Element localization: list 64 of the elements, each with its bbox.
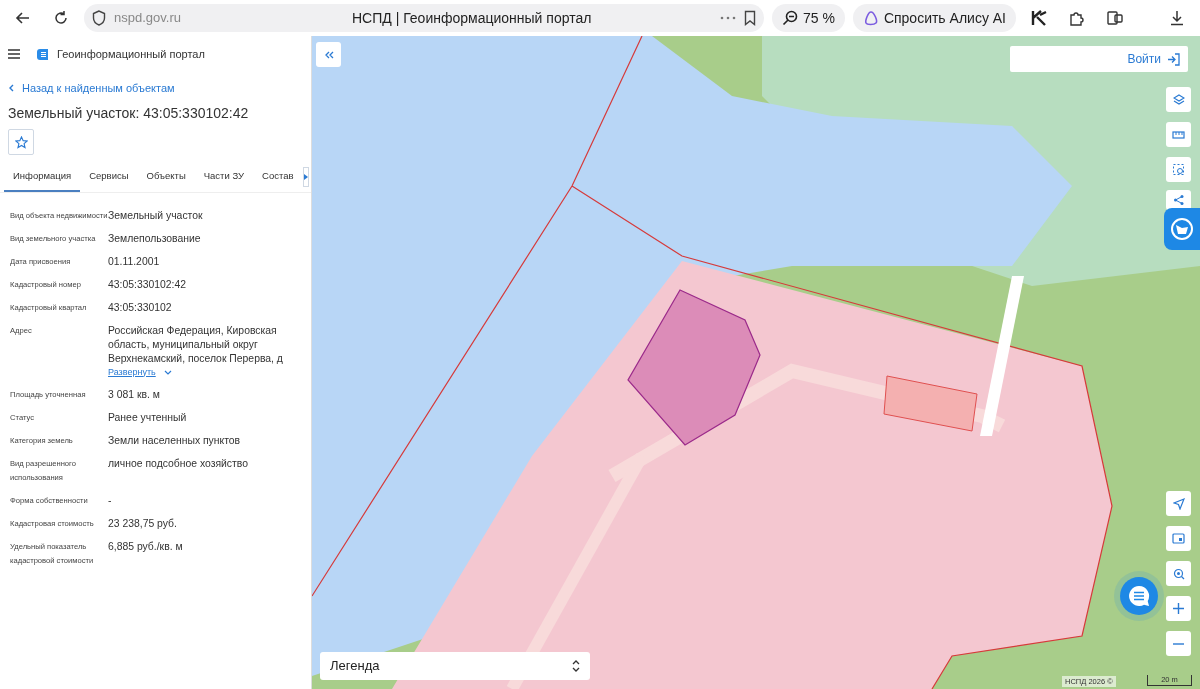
chat-icon bbox=[1128, 585, 1150, 607]
tab[interactable]: Состав bbox=[253, 163, 303, 192]
share-icon bbox=[1172, 194, 1185, 206]
logo-icon bbox=[36, 47, 49, 61]
zoom-in-button[interactable] bbox=[1166, 596, 1191, 621]
object-heading: Земельный участок: 43:05:330102:42 bbox=[8, 104, 250, 122]
property-value: Землепользование bbox=[108, 231, 201, 246]
zoom-button[interactable]: 75 % bbox=[771, 4, 845, 32]
select-area-button[interactable] bbox=[1166, 157, 1191, 182]
assistant-button[interactable]: Спросить Алису AI bbox=[852, 4, 1016, 32]
expand-link[interactable]: Развернуть bbox=[108, 365, 156, 380]
window-icon bbox=[1172, 533, 1185, 544]
zoom-out-icon bbox=[781, 10, 798, 26]
ruler-icon bbox=[1172, 130, 1185, 139]
property-value: 6,885 руб./кв. м bbox=[108, 540, 183, 555]
chevron-left-icon bbox=[8, 84, 14, 93]
property-value: Земельный участок bbox=[108, 208, 203, 223]
plus-icon bbox=[1173, 603, 1184, 614]
tab[interactable]: Сервисы bbox=[80, 163, 138, 192]
property-value: 43:05:330102:42 bbox=[108, 277, 186, 292]
next-tab-button[interactable] bbox=[302, 167, 309, 188]
more-icon[interactable] bbox=[719, 16, 736, 20]
star-icon bbox=[14, 135, 28, 149]
search-location-button[interactable] bbox=[1166, 561, 1191, 586]
share-button[interactable] bbox=[1166, 190, 1191, 210]
favorite-button[interactable] bbox=[8, 129, 34, 156]
double-chevron-left-icon bbox=[323, 50, 334, 59]
tab[interactable]: Объекты bbox=[137, 163, 195, 192]
chat-bubble-icon bbox=[1169, 216, 1195, 242]
zoom-out-button[interactable] bbox=[1166, 631, 1191, 656]
caret-right-icon bbox=[303, 174, 308, 181]
tab[interactable]: Информация bbox=[4, 163, 81, 192]
select-area-icon bbox=[1172, 163, 1185, 176]
minimap-button[interactable] bbox=[1166, 526, 1191, 551]
property-value: - bbox=[108, 494, 112, 509]
shield-icon bbox=[92, 10, 106, 26]
legend-dropdown[interactable]: Легенда bbox=[320, 652, 590, 680]
menu-icon[interactable] bbox=[8, 49, 20, 59]
navigation-arrow-icon bbox=[1172, 497, 1185, 510]
location-search-icon bbox=[1172, 567, 1185, 580]
login-icon bbox=[1167, 52, 1180, 66]
chevron-down-icon bbox=[163, 369, 172, 375]
back-link[interactable]: Назад к найденным объектам bbox=[22, 80, 175, 97]
portal-title: Геоинформационный портал bbox=[57, 46, 205, 62]
property-value: 3 081 кв. м bbox=[108, 388, 160, 403]
tab[interactable]: Части ЗУ bbox=[194, 163, 254, 192]
property-value: Российская Федерация, Кировская область, муниципальный округ Верхнекамский, поселок Перерва, д bbox=[108, 323, 284, 366]
page-title: НСПД | Геоинформационный портал bbox=[352, 8, 593, 28]
property-value: 01.11.2001 bbox=[108, 254, 160, 269]
bookmark-icon[interactable] bbox=[743, 10, 756, 26]
property-value: Земли населенных пунктов bbox=[108, 434, 241, 449]
property-value: 43:05:330102 bbox=[108, 300, 172, 315]
ruler-button[interactable] bbox=[1166, 122, 1191, 147]
assistant-icon bbox=[862, 10, 879, 26]
property-value: личное подсобное хозяйство bbox=[108, 457, 248, 472]
layers-button[interactable] bbox=[1166, 87, 1191, 112]
sort-caret-icon bbox=[572, 660, 580, 672]
property-value: Ранее учтенный bbox=[108, 411, 187, 426]
layers-icon bbox=[1172, 93, 1185, 106]
property-value: 23 238,75 руб. bbox=[108, 517, 177, 532]
feedback-tab[interactable] bbox=[1164, 208, 1200, 250]
login-button[interactable]: Войти bbox=[1010, 46, 1188, 72]
minus-icon bbox=[1173, 642, 1184, 645]
locate-button[interactable] bbox=[1166, 491, 1191, 516]
